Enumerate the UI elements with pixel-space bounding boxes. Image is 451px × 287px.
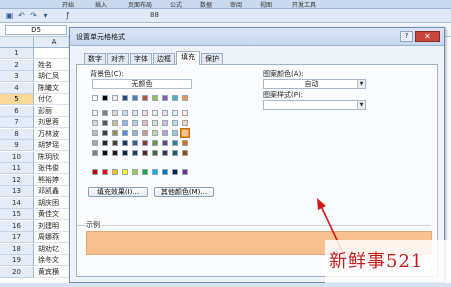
sheet-bottom-strip	[0, 283, 451, 287]
arrow-head	[317, 198, 326, 210]
watermark-text: 新鲜事521	[329, 251, 424, 272]
tab-fill[interactable]: 填充	[176, 51, 200, 65]
